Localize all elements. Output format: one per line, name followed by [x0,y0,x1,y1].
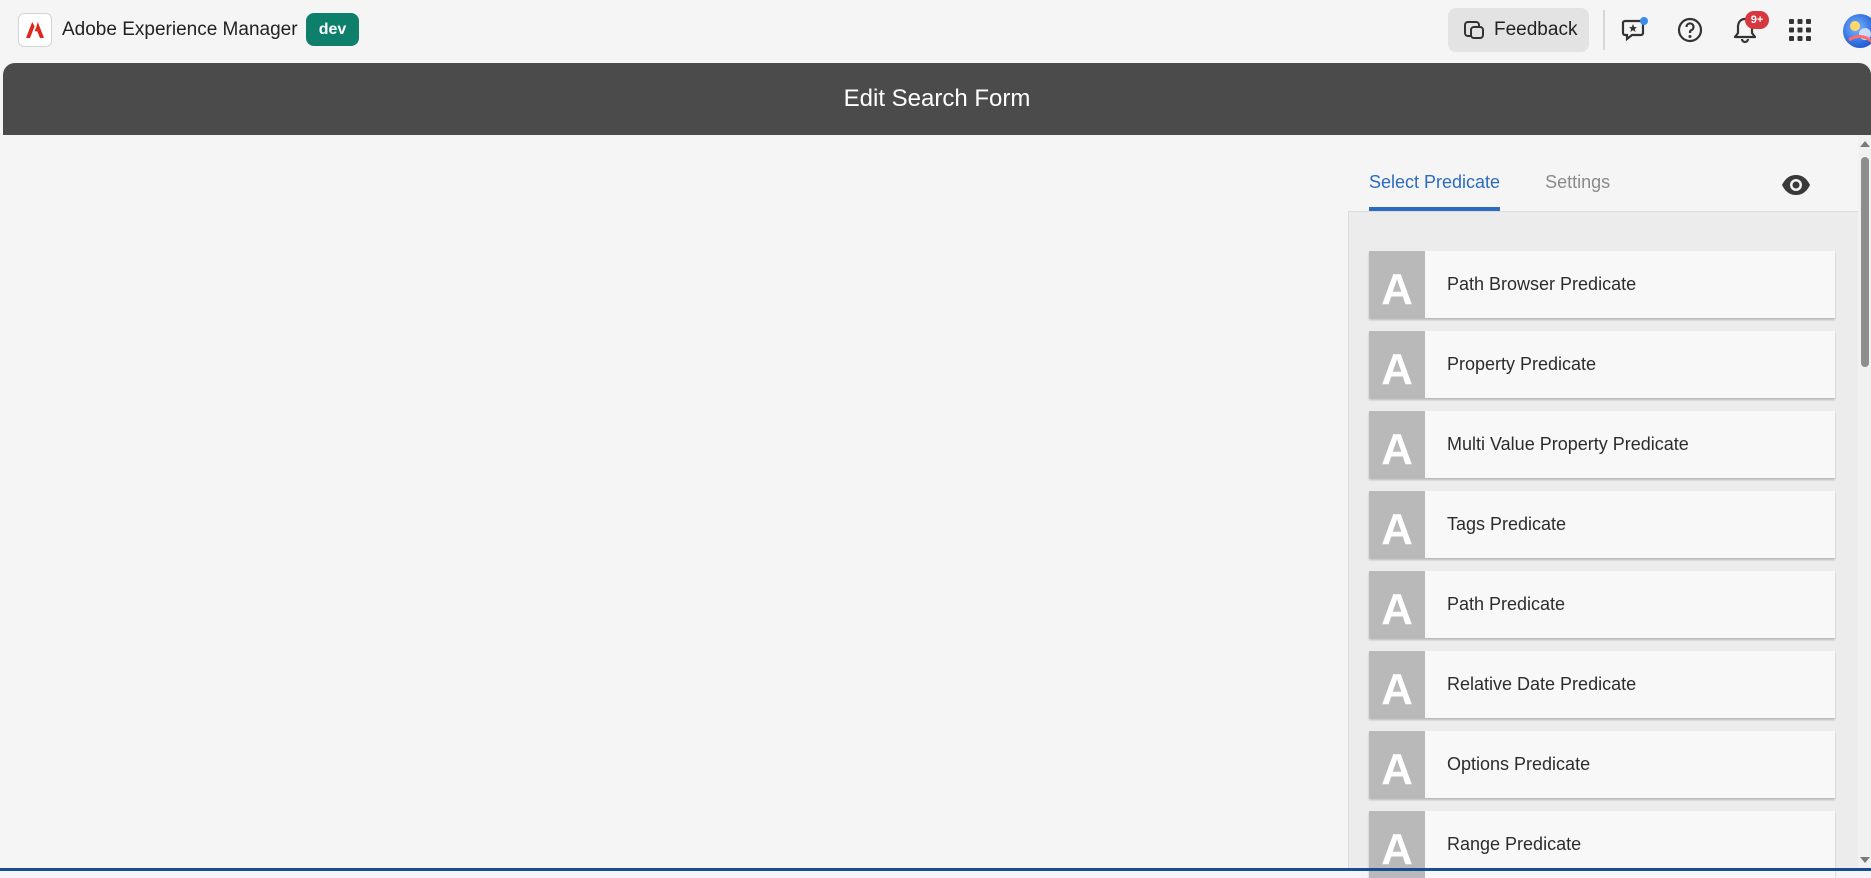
predicate-list: A Path Browser Predicate A Property Pred… [1348,211,1858,878]
brand[interactable]: Adobe Experience Manager [18,13,298,47]
panel-scrollbar[interactable] [1858,135,1871,871]
notification-badge: 9+ [1745,11,1769,29]
tab-settings[interactable]: Settings [1545,172,1610,211]
predicate-item-property[interactable]: A Property Predicate [1369,331,1835,398]
predicate-type-icon: A [1369,491,1425,558]
predicate-label: Property Predicate [1447,354,1597,374]
shell-divider [1603,10,1605,50]
feedback-button[interactable]: Feedback [1448,8,1589,52]
apps-grid-icon[interactable] [1782,12,1818,48]
predicate-item-relative-date[interactable]: A Relative Date Predicate [1369,651,1835,718]
feedback-icon [1464,21,1484,39]
app-name: Adobe Experience Manager [62,19,298,40]
environment-badge: dev [306,13,359,46]
predicate-item-multi-value-property[interactable]: A Multi Value Property Predicate [1369,411,1835,478]
predicate-label: Multi Value Property Predicate [1447,434,1689,454]
user-avatar[interactable] [1843,14,1871,48]
predicate-label: Tags Predicate [1447,514,1567,534]
page-header: Edit Search Form [3,63,1871,135]
predicate-label: Path Predicate [1447,594,1566,614]
predicate-type-icon: A [1369,571,1425,638]
predicate-type-icon: A [1369,651,1425,718]
predicate-item-options[interactable]: A Options Predicate [1369,731,1835,798]
predicate-label: Range Predicate [1447,834,1582,854]
predicate-label: Options Predicate [1447,754,1591,774]
top-shell-bar: Adobe Experience Manager dev Feedback 9+ [0,0,1871,60]
predicate-label: Path Browser Predicate [1447,274,1637,294]
panel-tabs: Select Predicate Settings [1369,172,1655,211]
predicate-label: Relative Date Predicate [1447,674,1637,694]
preview-eye-icon[interactable] [1780,171,1812,199]
chat-icon[interactable] [1617,12,1653,48]
predicate-type-icon: A [1369,251,1425,318]
predicate-item-tags[interactable]: A Tags Predicate [1369,491,1835,558]
predicate-item-path-browser[interactable]: A Path Browser Predicate [1369,251,1835,318]
scroll-up-arrow-icon[interactable] [1860,141,1870,147]
predicate-panel: Select Predicate Settings A Path Browser… [1348,135,1858,878]
feedback-label: Feedback [1494,19,1578,40]
predicate-type-icon: A [1369,411,1425,478]
tab-select-predicate[interactable]: Select Predicate [1369,172,1501,211]
form-canvas[interactable] [3,135,1348,871]
help-icon[interactable] [1672,12,1708,48]
scroll-down-arrow-icon[interactable] [1860,857,1870,863]
page-title: Edit Search Form [843,85,1031,112]
scroll-thumb[interactable] [1861,157,1869,367]
adobe-logo-icon [18,13,52,47]
predicate-type-icon: A [1369,731,1425,798]
predicate-item-path[interactable]: A Path Predicate [1369,571,1835,638]
predicate-type-icon: A [1369,331,1425,398]
